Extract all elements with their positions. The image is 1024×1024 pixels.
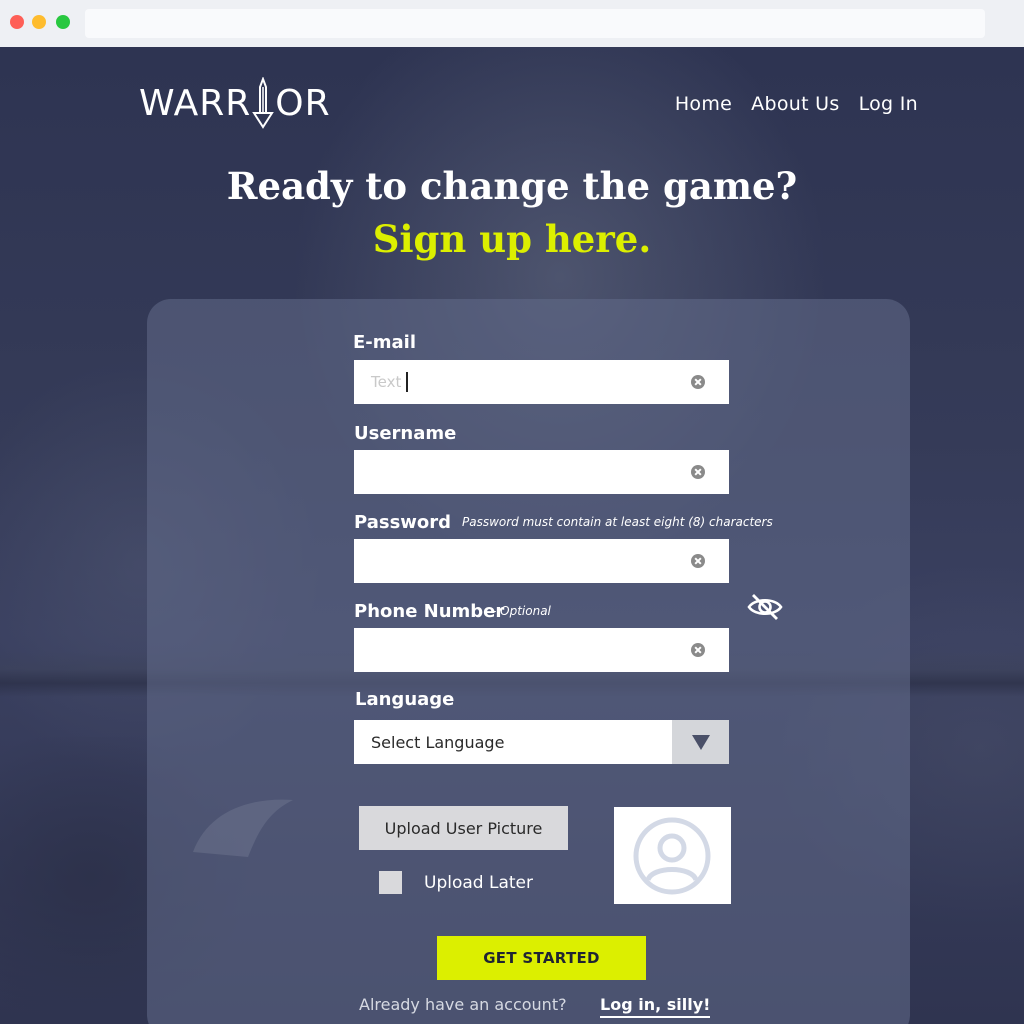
upload-later-label: Upload Later <box>424 873 533 893</box>
signup-page: WARR OR Home About Us Log In Ready to ch… <box>0 47 1024 1024</box>
clear-icon[interactable] <box>691 643 705 657</box>
user-avatar-icon <box>633 817 711 895</box>
maximize-window-dot[interactable] <box>56 15 70 29</box>
phone-field[interactable] <box>354 628 729 672</box>
main-nav: Home About Us Log In <box>675 93 918 115</box>
nav-about-link[interactable]: About Us <box>751 93 839 115</box>
account-question: Already have an account? <box>359 995 567 1014</box>
password-label: Password <box>354 512 452 533</box>
username-label: Username <box>354 423 457 444</box>
logo-text-right: OR <box>275 82 331 124</box>
clear-icon[interactable] <box>691 465 705 479</box>
language-select-value: Select Language <box>371 733 505 752</box>
get-started-button[interactable]: GET STARTED <box>437 936 646 980</box>
minimize-window-dot[interactable] <box>32 15 46 29</box>
hero-subtitle: Sign up here. <box>372 217 652 261</box>
hero-title: Ready to change the game? <box>226 164 798 208</box>
nav-login-link[interactable]: Log In <box>859 93 918 115</box>
username-field[interactable] <box>354 450 729 494</box>
address-bar[interactable] <box>85 9 985 38</box>
upload-later-checkbox[interactable] <box>379 871 402 894</box>
upload-picture-button[interactable]: Upload User Picture <box>359 806 568 850</box>
language-select[interactable]: Select Language <box>354 720 729 764</box>
email-placeholder: Text <box>371 373 402 391</box>
chevron-down-icon <box>692 735 710 750</box>
login-link[interactable]: Log in, silly! <box>600 995 711 1018</box>
close-window-dot[interactable] <box>10 15 24 29</box>
eye-slash-icon[interactable] <box>746 592 784 622</box>
text-cursor <box>406 372 408 392</box>
logo-text-left: WARR <box>139 82 252 124</box>
clear-icon[interactable] <box>691 554 705 568</box>
brand-logo[interactable]: WARR OR <box>139 77 331 129</box>
browser-chrome <box>0 0 1024 48</box>
dropdown-toggle[interactable] <box>672 720 729 764</box>
sword-icon <box>252 77 275 129</box>
phone-hint: - Optional <box>492 604 551 618</box>
clear-icon[interactable] <box>691 375 705 389</box>
password-hint: Password must contain at least eight (8)… <box>462 515 773 529</box>
phone-label: Phone Number <box>354 601 505 622</box>
password-field[interactable] <box>354 539 729 583</box>
email-field[interactable]: Text <box>354 360 729 404</box>
email-label: E-mail <box>353 332 417 353</box>
nav-home-link[interactable]: Home <box>675 93 732 115</box>
language-label: Language <box>355 689 455 710</box>
avatar-preview <box>614 807 731 904</box>
